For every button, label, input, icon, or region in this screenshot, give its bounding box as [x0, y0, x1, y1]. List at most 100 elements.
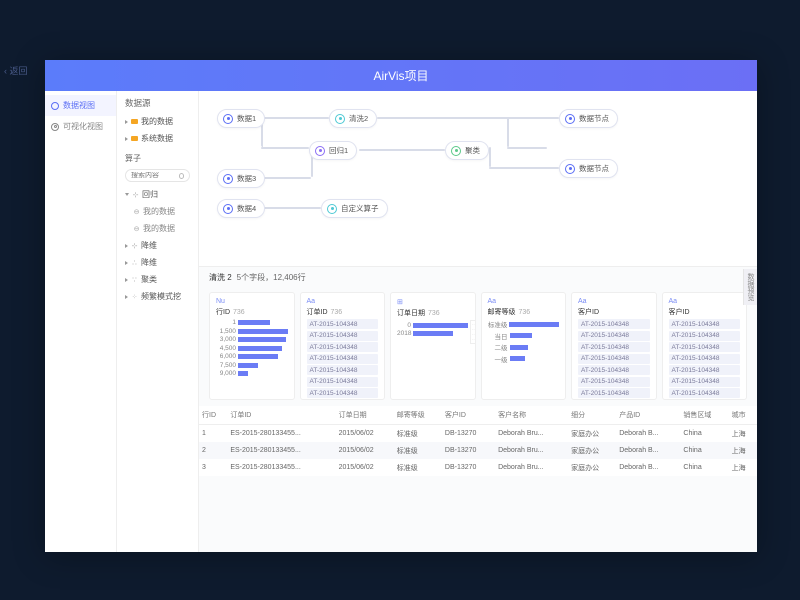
- card-count: 736: [233, 309, 245, 316]
- table-header[interactable]: 产品ID: [616, 406, 680, 425]
- tree-subitem[interactable]: ⊖我的数据: [117, 220, 198, 237]
- node-label: 数据节点: [579, 163, 609, 174]
- field-card[interactable]: Aa客户ID AT-2015-104348AT-2015-104348AT-20…: [662, 292, 748, 400]
- flow-node[interactable]: 数据3: [217, 169, 265, 188]
- table-header[interactable]: 订单日期: [336, 406, 394, 425]
- table-cell: Deborah Bru...: [495, 425, 568, 443]
- search-box[interactable]: [125, 169, 190, 182]
- table-row[interactable]: 3ES-2015-280133455...2015/06/02标准级DB-132…: [199, 459, 757, 476]
- field-card[interactable]: Aa邮寄等级 736标准级当日二级一级: [481, 292, 567, 400]
- flow-node[interactable]: 数据1: [217, 109, 265, 128]
- folder-item[interactable]: 我的数据: [117, 113, 198, 130]
- node-label: 数据1: [237, 113, 256, 124]
- operator-icon: ∵: [131, 276, 138, 283]
- flow-node[interactable]: 聚类: [445, 141, 489, 160]
- card-title: 客户ID: [669, 307, 690, 317]
- tree-label: 聚类: [141, 274, 157, 285]
- table-header[interactable]: 销售区域: [680, 406, 728, 425]
- tree-item[interactable]: ∵聚类: [117, 271, 198, 288]
- tree-item[interactable]: ⊹降维: [117, 237, 198, 254]
- table-cell: Deborah Bru...: [495, 442, 568, 459]
- table-cell: DB-13270: [442, 425, 495, 443]
- table-cell: 2015/06/02: [336, 425, 394, 443]
- table-header[interactable]: 城市: [729, 406, 757, 425]
- flow-node[interactable]: 回归1: [309, 141, 357, 160]
- table-header[interactable]: 细分: [568, 406, 616, 425]
- table-cell: ES-2015-280133455...: [227, 442, 335, 459]
- folder-label: 系统数据: [141, 133, 173, 144]
- tree-label: 我的数据: [143, 223, 175, 234]
- nav-icon: [51, 123, 59, 131]
- caret-icon: [125, 278, 128, 282]
- table-cell: DB-13270: [442, 442, 495, 459]
- operator-icon: ∴: [131, 259, 138, 266]
- flow-canvas[interactable]: 数据1清洗2数据3回归1数据4自定义算子聚类数据节点数据节点: [199, 91, 757, 266]
- app-window: AirVis项目 数据视图可视化视图 数据源 我的数据系统数据 算子 ⊹回归⊖我…: [45, 60, 757, 552]
- node-label: 数据3: [237, 173, 256, 184]
- node-icon: [223, 174, 233, 184]
- table-row[interactable]: 2ES-2015-280133455...2015/06/02标准级DB-132…: [199, 442, 757, 459]
- card-title: 行ID: [216, 307, 230, 317]
- type-icon: Aa: [307, 298, 316, 305]
- flow-node[interactable]: 清洗2: [329, 109, 377, 128]
- tree-subitem[interactable]: ⊖我的数据: [117, 203, 198, 220]
- table-cell: 标准级: [394, 425, 442, 443]
- type-icon: Aa: [669, 298, 678, 305]
- table-header[interactable]: 订单ID: [227, 406, 335, 425]
- node-icon: [565, 164, 575, 174]
- flow-node[interactable]: 数据节点: [559, 159, 618, 178]
- tree-label: 降维: [141, 240, 157, 251]
- card-count: 736: [519, 309, 531, 316]
- search-icon: [179, 173, 184, 179]
- data-table: 行ID订单ID订单日期邮寄等级客户ID客户名称细分产品ID销售区域城市 1ES-…: [199, 406, 757, 476]
- field-card[interactable]: Aa订单ID 736AT-2015-104348AT-2015-104348AT…: [300, 292, 386, 400]
- flow-node[interactable]: 数据节点: [559, 109, 618, 128]
- table-cell: ES-2015-280133455...: [227, 459, 335, 476]
- node-icon: [335, 114, 345, 124]
- field-card[interactable]: Nu行ID 73611,5003,0004,5006,0007,5009,000: [209, 292, 295, 400]
- nav-item[interactable]: 可视化视图: [45, 116, 116, 137]
- side-tab[interactable]: 数据预览: [743, 269, 757, 305]
- node-label: 数据4: [237, 203, 256, 214]
- operator-icon: ⊹: [132, 191, 139, 198]
- table-cell: 标准级: [394, 459, 442, 476]
- nav-icon: [51, 102, 59, 110]
- preview-panel: 清洗 2 5个字段，12,406行 › Nu行ID 73611,5003,000…: [199, 266, 757, 552]
- table-cell: 2015/06/02: [336, 442, 394, 459]
- table-cell: 标准级: [394, 442, 442, 459]
- flow-node[interactable]: 数据4: [217, 199, 265, 218]
- table-cell: 家庭办公: [568, 442, 616, 459]
- field-card[interactable]: ⊞订单日期 73602018············: [390, 292, 476, 400]
- side-panel: 数据源 我的数据系统数据 算子 ⊹回归⊖我的数据⊖我的数据⊹降维∴降维∵聚类⁘频…: [117, 91, 199, 552]
- table-cell: 家庭办公: [568, 425, 616, 443]
- table-cell: ES-2015-280133455...: [227, 425, 335, 443]
- preview-meta: 5个字段，12,406行: [237, 272, 306, 283]
- nav-item[interactable]: 数据视图: [45, 95, 116, 116]
- table-row[interactable]: 1ES-2015-280133455...2015/06/02标准级DB-132…: [199, 425, 757, 443]
- section-datasource: 数据源: [117, 97, 198, 113]
- folder-item[interactable]: 系统数据: [117, 130, 198, 147]
- table-header[interactable]: 邮寄等级: [394, 406, 442, 425]
- table-cell: DB-13270: [442, 459, 495, 476]
- tree-item[interactable]: ⁘频繁模式挖: [117, 288, 198, 305]
- caret-icon: [125, 244, 128, 248]
- tree-label: 频繁模式挖: [141, 291, 181, 302]
- type-icon: ⊞: [397, 298, 403, 306]
- table-header[interactable]: 客户名称: [495, 406, 568, 425]
- node-label: 自定义算子: [341, 203, 379, 214]
- back-link[interactable]: ‹ 返回: [0, 62, 32, 79]
- search-input[interactable]: [131, 172, 176, 179]
- tree-label: 回归: [142, 189, 158, 200]
- tree-item[interactable]: ∴降维: [117, 254, 198, 271]
- tree-item[interactable]: ⊹回归: [117, 186, 198, 203]
- node-icon: [223, 114, 233, 124]
- table-header[interactable]: 行ID: [199, 406, 227, 425]
- table-header[interactable]: 客户ID: [442, 406, 495, 425]
- field-card[interactable]: Aa客户ID AT-2015-104348AT-2015-104348AT-20…: [571, 292, 657, 400]
- left-nav: 数据视图可视化视图: [45, 91, 117, 552]
- node-label: 回归1: [329, 145, 348, 156]
- table-cell: 2015/06/02: [336, 459, 394, 476]
- flow-node[interactable]: 自定义算子: [321, 199, 388, 218]
- table-cell: China: [680, 442, 728, 459]
- caret-icon: [125, 193, 129, 196]
